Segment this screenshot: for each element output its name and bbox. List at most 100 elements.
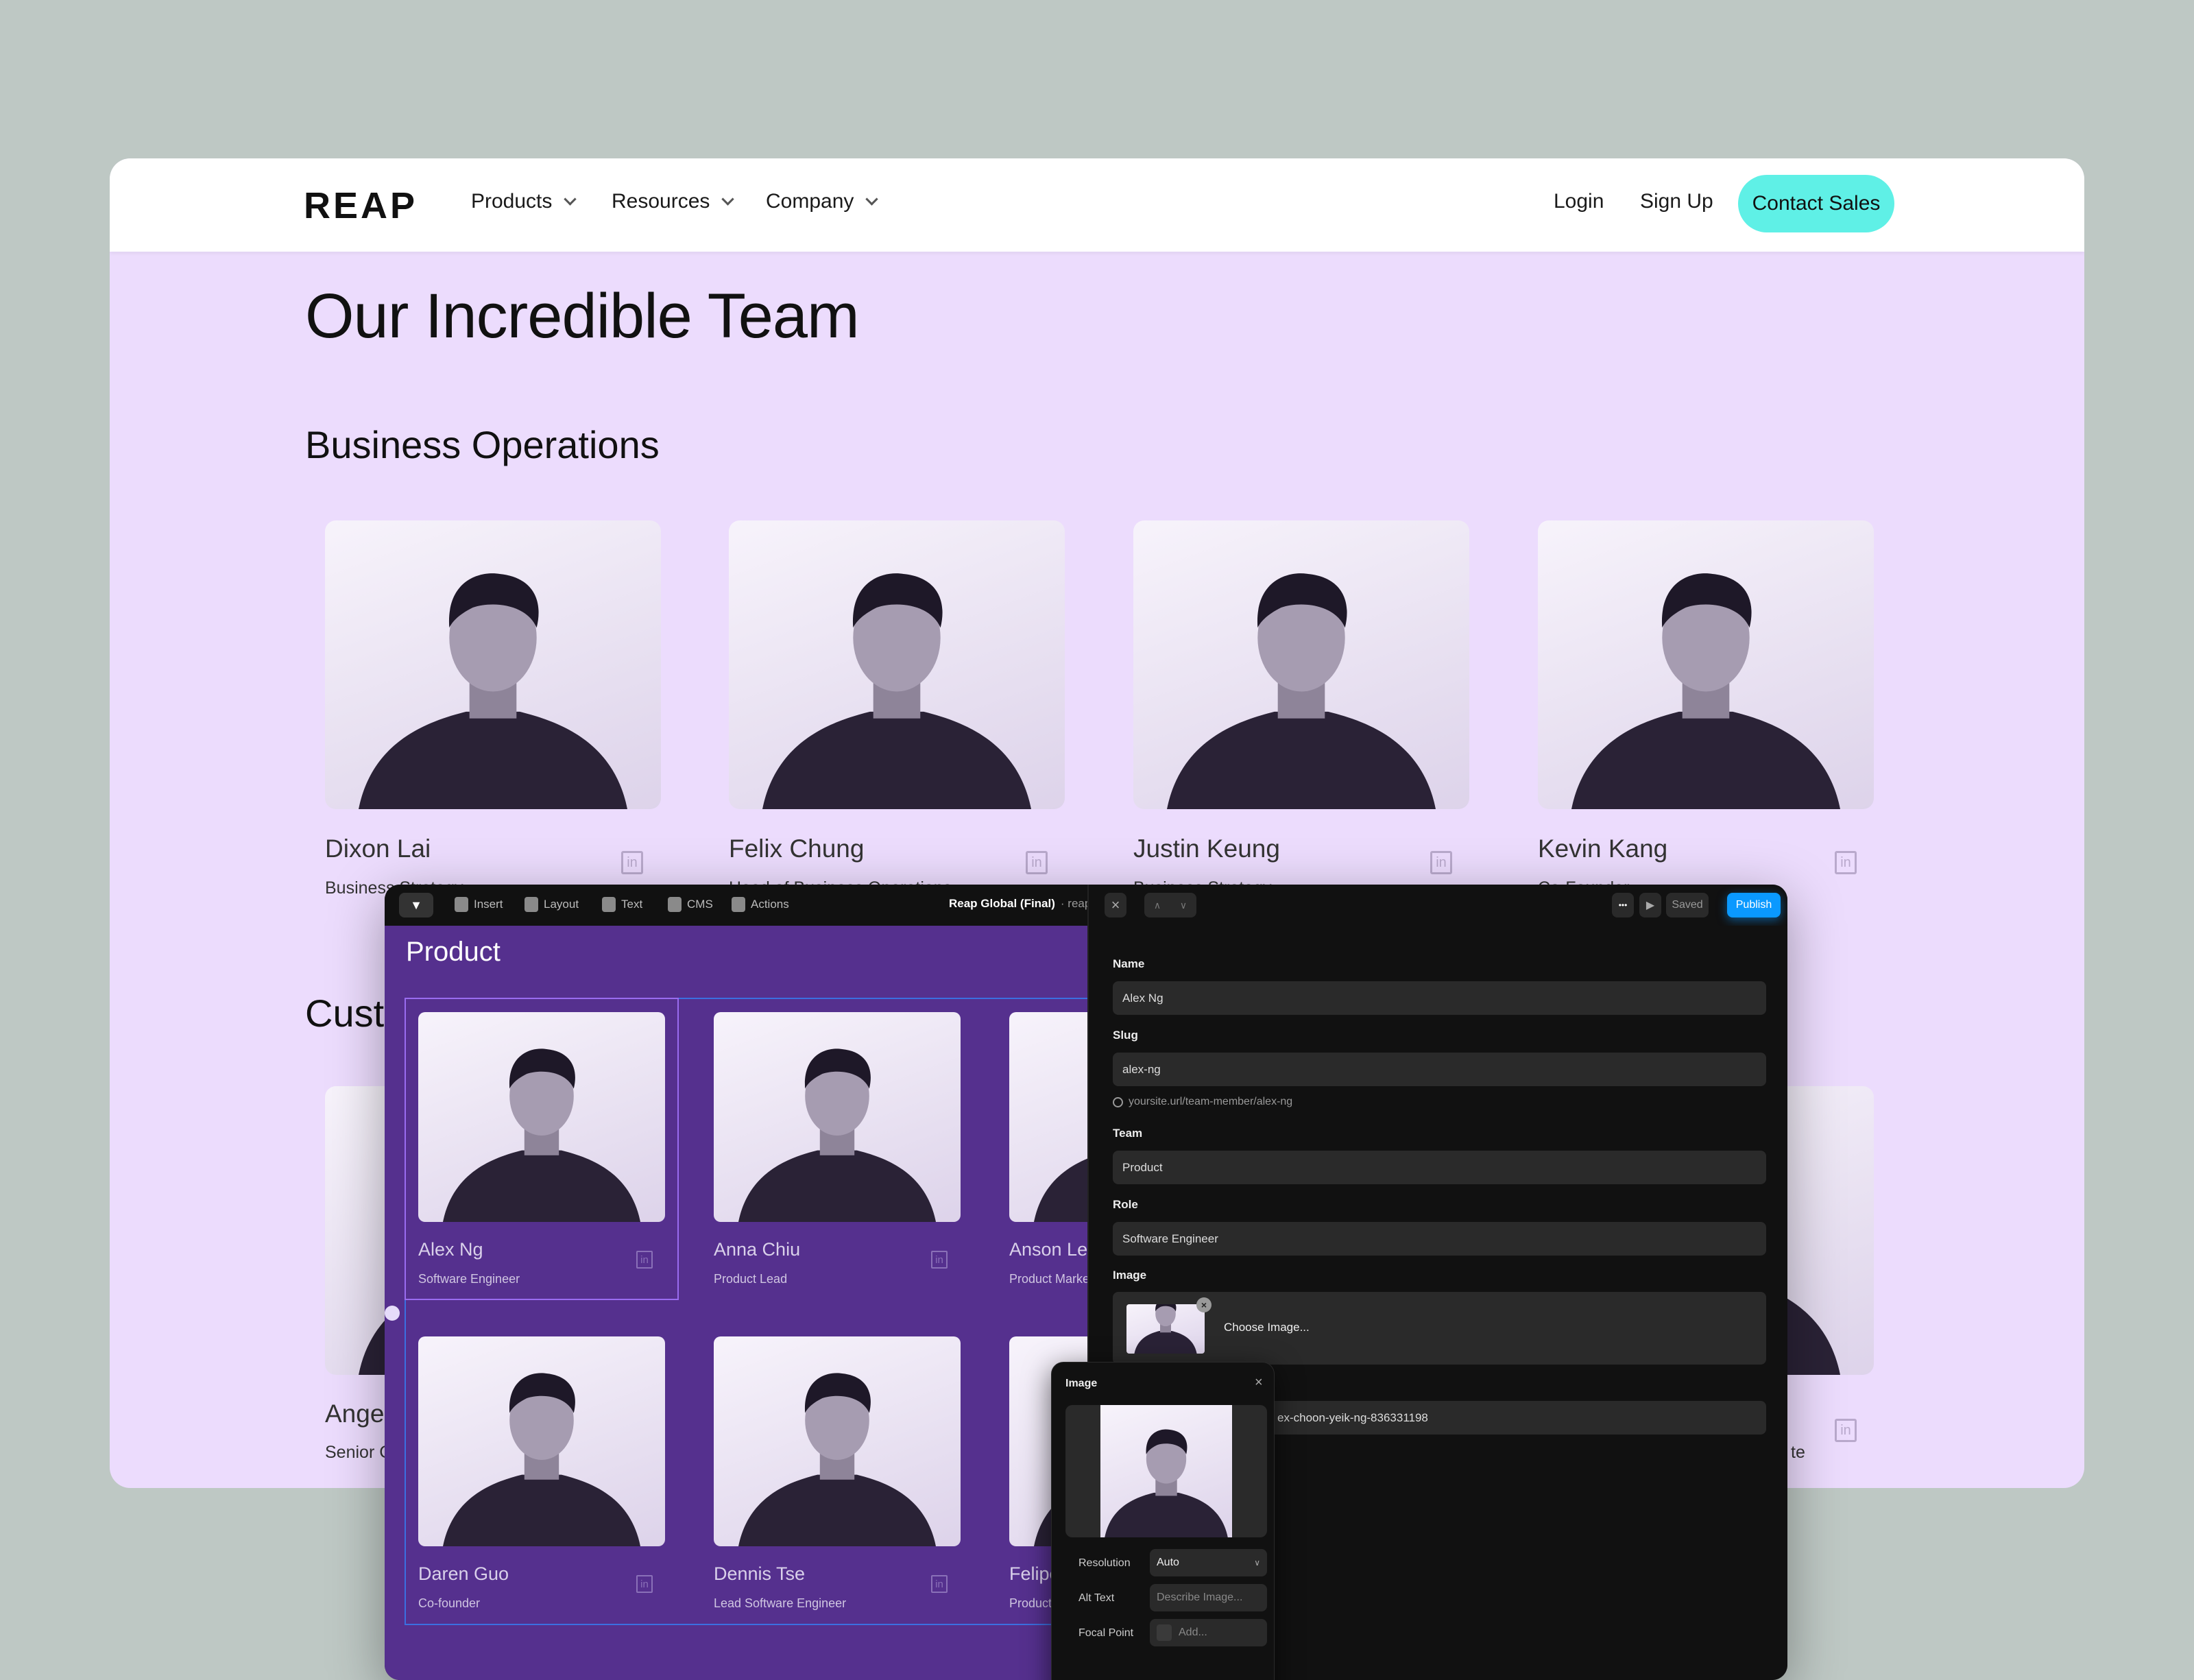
person-silhouette-icon <box>1571 573 1840 809</box>
toolbar-cms[interactable]: CMS <box>668 897 713 912</box>
toolbar-label: Layout <box>544 898 579 911</box>
url-preview: yoursite.url/team-member/alex-ng <box>1113 1096 1292 1108</box>
role-input[interactable]: Software Engineer <box>1113 1222 1766 1256</box>
linkedin-icon <box>636 1251 653 1269</box>
linkedin-icon[interactable] <box>1835 1419 1857 1442</box>
image-thumbnail[interactable] <box>1126 1304 1205 1354</box>
close-item-button[interactable]: × <box>1105 893 1126 917</box>
prev-next-stepper[interactable]: ∧ ∨ <box>1144 893 1196 917</box>
member-role: Product Marke <box>1009 1272 1087 1286</box>
member-role: Product Lead <box>714 1272 788 1286</box>
toolbar-actions[interactable]: Actions <box>732 897 789 912</box>
reap-logo[interactable]: REAP <box>304 184 418 227</box>
member-name: Dixon Lai <box>325 835 431 863</box>
page-title: Our Incredible Team <box>305 281 860 351</box>
team-input[interactable]: Product <box>1113 1151 1766 1184</box>
image-popover: Image × Resolution Auto ∨ Alt Text Descri… <box>1051 1362 1275 1680</box>
chevron-down-icon <box>865 193 879 206</box>
team-photo <box>325 520 661 809</box>
framer-menu-button[interactable]: ▼ <box>399 893 433 917</box>
remove-image-icon[interactable]: × <box>1196 1297 1211 1312</box>
nav-label: Products <box>471 190 553 213</box>
signup-link[interactable]: Sign Up <box>1640 190 1713 213</box>
url-text: yoursite.url/team-member/alex-ng <box>1129 1096 1293 1107</box>
alt-text-label: Alt Text <box>1078 1592 1115 1604</box>
member-name: Justin Keung <box>1133 835 1280 863</box>
person-silhouette-icon <box>443 1373 640 1546</box>
editor-toolbar: ▼ Insert Layout Text CMS Actions Reap Gl… <box>385 885 1787 926</box>
nav-products[interactable]: Products <box>471 190 577 213</box>
person-silhouette-icon <box>762 573 1031 809</box>
linkedin-icon[interactable] <box>1430 851 1452 874</box>
image-preview-box <box>1065 1405 1267 1537</box>
popover-title: Image <box>1065 1378 1098 1389</box>
team-photo[interactable] <box>714 1012 961 1222</box>
list-handle-icon[interactable] <box>385 1306 400 1321</box>
toolbar-label: Insert <box>474 898 503 911</box>
person-silhouette-icon <box>359 573 627 809</box>
play-icon: ▶ <box>1646 900 1655 911</box>
member-name: Dennis Tse <box>714 1563 806 1584</box>
team-photo[interactable] <box>714 1336 961 1546</box>
member-role: Co-founder <box>418 1596 481 1610</box>
nav-company[interactable]: Company <box>766 190 879 213</box>
person-silhouette-icon <box>1134 1304 1197 1354</box>
project-name: Reap Global (Final) <box>949 897 1055 910</box>
person-silhouette-icon <box>738 1373 936 1546</box>
member-name: Ange <box>325 1400 385 1428</box>
toolbar-text[interactable]: Text <box>602 897 642 912</box>
chevron-down-icon <box>721 193 735 206</box>
team-photo[interactable] <box>418 1336 665 1546</box>
layout-icon <box>525 897 538 912</box>
slug-input[interactable]: alex-ng <box>1113 1053 1766 1086</box>
alt-text-input[interactable]: Describe Image... <box>1150 1584 1267 1611</box>
publish-button[interactable]: Publish <box>1727 893 1781 917</box>
contact-sales-button[interactable]: Contact Sales <box>1738 175 1894 232</box>
member-role: Product <box>1009 1596 1052 1610</box>
toolbar-label: CMS <box>687 898 713 911</box>
chevron-down-icon[interactable]: ∨ <box>1180 900 1187 911</box>
member-name: Anna Chiu <box>714 1239 801 1260</box>
linkedin-icon[interactable] <box>1026 851 1048 874</box>
linkedin-icon[interactable] <box>621 851 643 874</box>
cms-editor-window: Product Alex Ng Software Engineer Anna C… <box>385 885 1787 1680</box>
team-photo[interactable] <box>418 1012 665 1222</box>
nav-resources[interactable]: Resources <box>612 190 735 213</box>
name-input[interactable]: Alex Ng <box>1113 981 1766 1015</box>
toolbar-layout[interactable]: Layout <box>525 897 579 912</box>
chevron-up-icon[interactable]: ∧ <box>1154 900 1161 911</box>
linkedin-icon <box>931 1251 948 1269</box>
preview-play-button[interactable]: ▶ <box>1639 893 1661 917</box>
image-field[interactable]: × Choose Image... <box>1113 1292 1766 1365</box>
team-photo[interactable] <box>1009 1012 1087 1222</box>
text-icon <box>602 897 616 912</box>
person-silhouette-icon <box>1034 1158 1087 1222</box>
focal-point-input[interactable]: Add... <box>1150 1619 1267 1646</box>
resolution-select[interactable]: Auto ∨ <box>1150 1549 1267 1576</box>
nav-label: Company <box>766 190 854 213</box>
linkedin-icon <box>636 1575 653 1593</box>
canvas-section-title: Product <box>406 937 501 967</box>
editor-canvas: Product Alex Ng Software Engineer Anna C… <box>385 926 1087 1680</box>
member-name: Felix Chung <box>729 835 865 863</box>
team-photo <box>1133 520 1469 809</box>
more-button[interactable]: ••• <box>1612 893 1634 917</box>
name-label: Name <box>1113 957 1145 970</box>
toolbar-insert[interactable]: Insert <box>455 897 503 912</box>
member-name: Daren Guo <box>418 1563 509 1584</box>
member-role: Senior C <box>325 1443 392 1462</box>
team-photo <box>729 520 1065 809</box>
toolbar-label: Text <box>621 898 643 911</box>
linkedin-icon <box>931 1575 948 1593</box>
choose-image-button[interactable]: Choose Image... <box>1224 1321 1310 1334</box>
top-nav: REAP Products Resources Company Login Si… <box>110 158 2084 252</box>
person-silhouette-icon <box>1167 573 1436 809</box>
person-silhouette-icon <box>443 1048 640 1222</box>
person-silhouette-icon <box>738 1048 936 1222</box>
close-icon[interactable]: × <box>1255 1375 1263 1391</box>
login-link[interactable]: Login <box>1554 190 1604 213</box>
linkedin-icon[interactable] <box>1835 851 1857 874</box>
image-preview <box>1100 1405 1232 1537</box>
saved-status: Saved <box>1666 893 1709 917</box>
member-role: Software Engineer <box>418 1272 520 1286</box>
